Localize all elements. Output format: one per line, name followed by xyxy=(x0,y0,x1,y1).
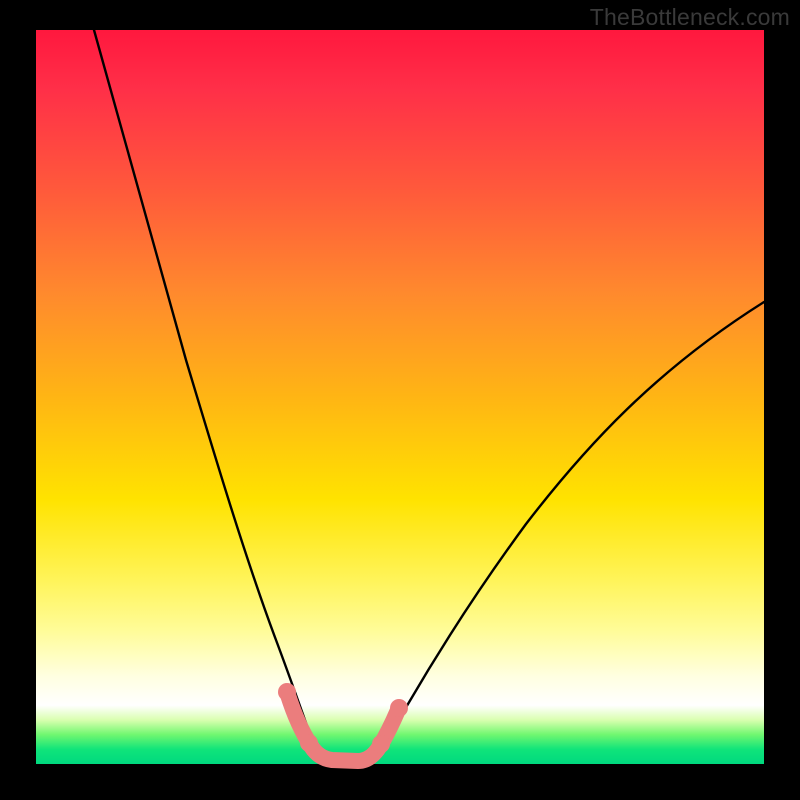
curve-layer xyxy=(36,30,764,764)
highlight-dot-right xyxy=(372,735,390,753)
highlight-dot-left xyxy=(278,683,296,701)
watermark-text: TheBottleneck.com xyxy=(590,4,790,31)
plot-area xyxy=(36,30,764,764)
chart-frame: TheBottleneck.com xyxy=(0,0,800,800)
highlight-dot-right-upper xyxy=(390,699,408,717)
highlight-dot-left-lower xyxy=(300,734,318,752)
bottleneck-curve xyxy=(94,30,764,762)
